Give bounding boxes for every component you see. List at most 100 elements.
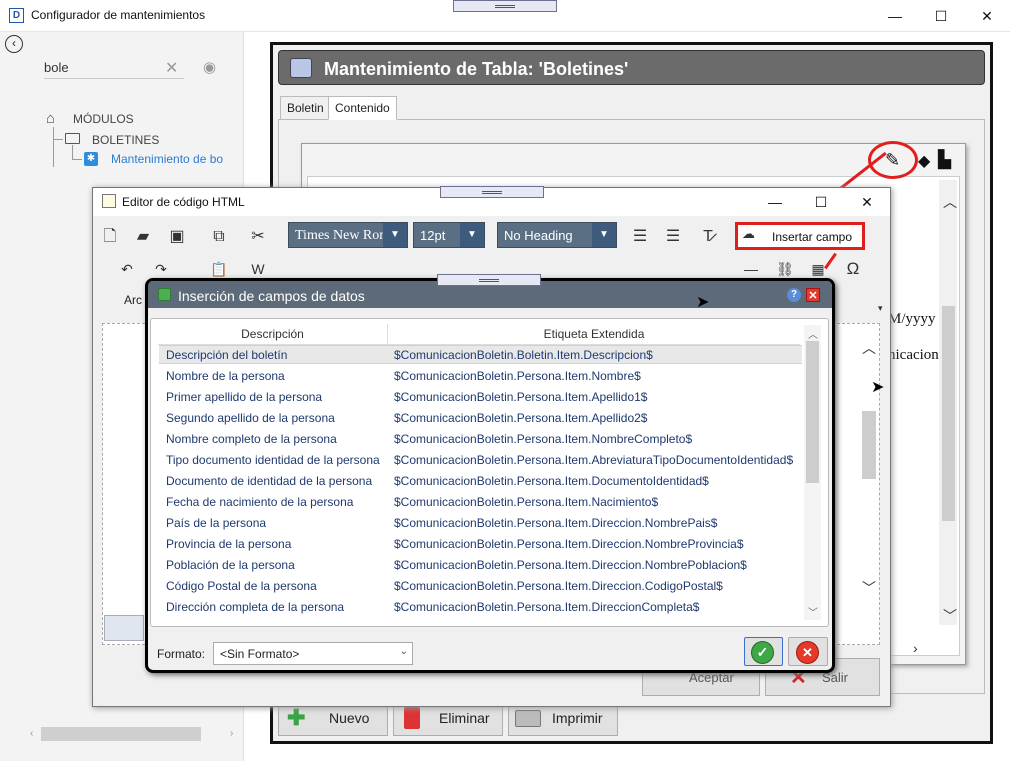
back-button[interactable]: ‹	[5, 35, 23, 53]
redo-icon[interactable]: ↷	[150, 258, 172, 280]
dialog-close-button[interactable]: ✕	[806, 288, 820, 302]
row-description[interactable]: Nombre completo de la persona	[166, 432, 337, 446]
drag-handle-editor[interactable]	[440, 186, 544, 198]
row-description[interactable]: Primer apellido de la persona	[166, 390, 322, 404]
row-tag[interactable]: $ComunicacionBoletin.Persona.Item.Direcc…	[394, 600, 699, 614]
row-tag[interactable]: $ComunicacionBoletin.Persona.Item.Nacimi…	[394, 495, 658, 509]
scroll-up-icon[interactable]: ︿	[862, 338, 876, 358]
ordered-list-icon[interactable]: ☰	[629, 226, 651, 248]
maximize-button[interactable]: ☐	[918, 0, 964, 32]
scroll-down-icon[interactable]: ﹀	[862, 578, 876, 598]
tree-item-modulos[interactable]: MÓDULOS	[73, 112, 134, 126]
design-view-toggle[interactable]	[104, 615, 144, 641]
horizontal-scrollbar[interactable]	[41, 727, 201, 741]
font-size-select[interactable]: 12pt ▼	[413, 222, 485, 248]
copy-icon[interactable]: ⧉	[208, 226, 230, 248]
drag-handle-top[interactable]	[453, 0, 557, 12]
row-description[interactable]: Provincia de la persona	[166, 537, 291, 551]
row-tag[interactable]: $ComunicacionBoletin.Persona.Item.Direcc…	[394, 516, 717, 530]
eye-icon[interactable]: ◉	[203, 58, 216, 76]
row-description[interactable]: Nombre de la persona	[166, 369, 285, 383]
tree-connector	[53, 127, 54, 167]
unordered-list-icon[interactable]: ☰	[662, 226, 684, 248]
chevron-down-icon: ▼	[592, 223, 616, 247]
font-family-select[interactable]: Times New Roman ▼	[288, 222, 408, 248]
scroll-down-icon[interactable]: ﹀	[943, 606, 957, 626]
clear-format-icon[interactable]: T̷	[697, 226, 719, 248]
row-tag[interactable]: $ComunicacionBoletin.Persona.Item.Apelli…	[394, 390, 647, 404]
imprimir-label: Imprimir	[552, 710, 603, 726]
x-icon: ✕	[796, 641, 819, 664]
eliminar-label: Eliminar	[439, 710, 490, 726]
tree-item-boletines[interactable]: BOLETINES	[92, 133, 159, 147]
horizontal-rule-icon[interactable]: —	[740, 258, 762, 280]
scroll-right-icon[interactable]: ›	[913, 640, 918, 656]
formato-select[interactable]: <Sin Formato> ⌄	[213, 642, 413, 665]
row-description[interactable]: Tipo documento identidad de la persona	[166, 453, 380, 467]
paste-icon[interactable]: 📋	[208, 258, 230, 280]
row-tag[interactable]: $ComunicacionBoletin.Persona.Item.Nombre…	[394, 432, 692, 446]
scroll-right-icon[interactable]: ›	[230, 728, 233, 739]
scroll-left-icon[interactable]: ‹	[30, 728, 33, 739]
drag-handle-dialog[interactable]	[437, 274, 541, 286]
heading-select[interactable]: No Heading ▼	[497, 222, 617, 248]
tree-connector	[53, 139, 63, 140]
tree-item-mantenimiento[interactable]: Mantenimiento de bo	[111, 152, 239, 166]
row-tag[interactable]: $ComunicacionBoletin.Persona.Item.Direcc…	[394, 537, 744, 551]
column-header-etiqueta[interactable]: Etiqueta Extendida	[388, 327, 800, 341]
row-description[interactable]: Dirección completa de la persona	[166, 600, 344, 614]
undo-icon[interactable]: ↶	[116, 258, 138, 280]
mouse-cursor-icon: ➤	[871, 379, 885, 396]
grid-scroll-thumb[interactable]	[806, 341, 819, 483]
row-tag[interactable]: $ComunicacionBoletin.Persona.Item.Direcc…	[394, 558, 747, 572]
content-text-fragment: nicacion	[888, 347, 939, 363]
scroll-up-icon[interactable]: ︿	[808, 326, 818, 341]
eraser-icon[interactable]: ◆	[918, 151, 930, 171]
chevron-down-icon: ▼	[383, 223, 407, 247]
row-description[interactable]: Población de la persona	[166, 558, 295, 572]
minimize-button[interactable]: —	[872, 0, 918, 32]
tab-contenido[interactable]: Contenido	[328, 96, 397, 120]
row-tag[interactable]: $ComunicacionBoletin.Persona.Item.Nombre…	[394, 369, 641, 383]
editor-minimize-button[interactable]: —	[752, 188, 798, 216]
column-header-descripcion[interactable]: Descripción	[158, 327, 387, 341]
editor-close-button[interactable]: ✕	[844, 188, 890, 216]
mouse-cursor-icon: ➤	[696, 294, 710, 311]
printer-icon	[515, 710, 541, 727]
row-description[interactable]: Segundo apellido de la persona	[166, 411, 335, 425]
toolbar-overflow-icon[interactable]: ▾	[878, 303, 883, 314]
row-description[interactable]: Documento de identidad de la persona	[166, 474, 372, 488]
table-icon[interactable]: ▦	[807, 258, 829, 280]
omega-symbol-icon[interactable]: Ω	[842, 258, 864, 280]
clear-search-icon[interactable]: ✕	[165, 58, 178, 78]
close-button[interactable]: ✕	[964, 0, 1010, 32]
content-scroll-thumb[interactable]	[942, 306, 955, 521]
help-icon[interactable]: ?	[787, 288, 801, 302]
cut-icon[interactable]: ✂	[247, 226, 269, 248]
row-description[interactable]: Código Postal de la persona	[166, 579, 317, 593]
row-tag[interactable]: $ComunicacionBoletin.Boletin.Item.Descri…	[394, 348, 653, 362]
window-title: Configurador de mantenimientos	[31, 8, 206, 22]
editor-maximize-button[interactable]: ☐	[798, 188, 844, 216]
cloud-download-icon: ☁	[742, 226, 755, 241]
paste-word-icon[interactable]: W	[247, 258, 269, 280]
tab-boletin[interactable]: Boletin	[280, 96, 331, 120]
open-folder-icon[interactable]: ▰	[132, 226, 154, 248]
row-tag[interactable]: $ComunicacionBoletin.Persona.Item.Docume…	[394, 474, 709, 488]
scroll-up-icon[interactable]: ︿	[943, 192, 957, 212]
row-description[interactable]: País de la persona	[166, 516, 266, 530]
save-icon[interactable]: ▣	[166, 226, 188, 248]
document-exit-icon[interactable]: ▙	[938, 150, 951, 170]
editor-scroll-thumb[interactable]	[862, 411, 876, 479]
row-description[interactable]: Descripción del boletín	[166, 348, 287, 362]
row-tag[interactable]: $ComunicacionBoletin.Persona.Item.Direcc…	[394, 579, 723, 593]
formato-value: <Sin Formato>	[220, 647, 300, 661]
scroll-down-icon[interactable]: ﹀	[808, 604, 818, 619]
row-tag[interactable]: $ComunicacionBoletin.Persona.Item.Apelli…	[394, 411, 647, 425]
row-description[interactable]: Fecha de nacimiento de la persona	[166, 495, 353, 509]
row-tag[interactable]: $ComunicacionBoletin.Persona.Item.Abrevi…	[394, 453, 793, 467]
search-input[interactable]	[44, 57, 184, 79]
new-document-icon[interactable]: 🗋	[99, 226, 121, 248]
checkmark-icon: ✓	[751, 641, 774, 664]
link-icon[interactable]: ⛓	[774, 258, 796, 280]
